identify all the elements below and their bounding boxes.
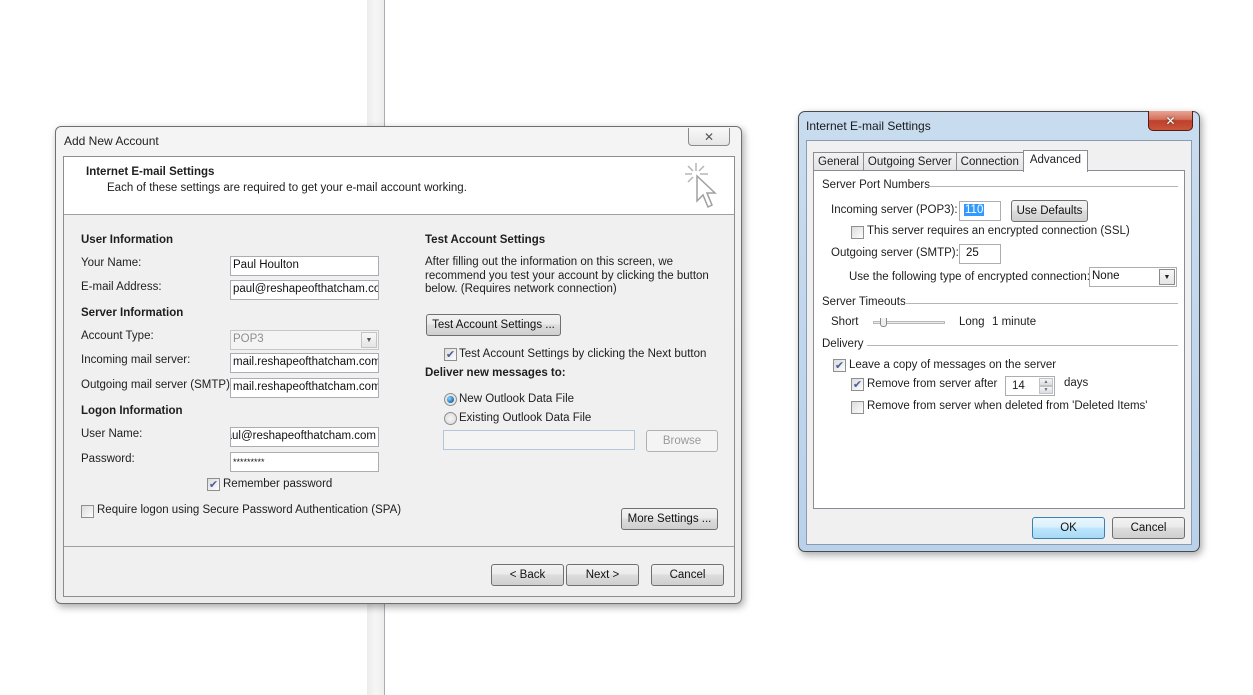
test-on-next-label: Test Account Settings by clicking the Ne… (459, 348, 707, 360)
data-file-path-input[interactable] (443, 430, 635, 450)
outgoing-server-input[interactable]: mail.reshapeofthatcham.com (230, 378, 379, 398)
wizard-header: Internet E-mail Settings Each of these s… (64, 157, 734, 215)
remember-password-label: Remember password (223, 478, 333, 490)
server-info-heading: Server Information (81, 307, 184, 319)
remove-after-days-value: 14 (1012, 380, 1025, 392)
tab-general[interactable]: General (813, 152, 864, 171)
spinner-arrows: ▲ ▼ (1039, 378, 1053, 394)
outgoing-port-input[interactable]: 25 (959, 244, 1001, 264)
remove-after-checkbox[interactable]: ✔ (851, 378, 864, 391)
user-name-input[interactable]: paul@reshapeofthatcham.com (230, 427, 379, 447)
incoming-server-label: Incoming mail server: (81, 354, 191, 366)
spinner-up-icon[interactable]: ▲ (1039, 378, 1053, 386)
password-label: Password: (81, 453, 135, 465)
new-data-file-radio[interactable] (444, 393, 457, 406)
incoming-port-value: 110 (964, 204, 985, 216)
existing-data-file-label: Existing Outlook Data File (459, 412, 592, 424)
your-name-label: Your Name: (81, 257, 142, 269)
spa-label: Require logon using Secure Password Auth… (97, 504, 402, 516)
tab-outgoing-server[interactable]: Outgoing Server (862, 152, 957, 171)
remove-deleted-label: Remove from server when deleted from 'De… (867, 400, 1148, 412)
use-defaults-button[interactable]: Use Defaults (1011, 200, 1088, 222)
test-settings-heading: Test Account Settings (425, 234, 546, 246)
add-new-account-dialog: Add New Account ✕ Internet E-mail Settin… (55, 126, 742, 604)
timeout-value: 1 minute (992, 316, 1037, 328)
browse-button[interactable]: Browse (646, 430, 718, 452)
remember-password-checkbox[interactable]: ✔ (207, 478, 220, 491)
remove-after-label: Remove from server after (867, 378, 998, 390)
password-input[interactable]: ********* (230, 452, 379, 472)
chevron-down-icon: ▼ (1159, 269, 1175, 285)
outgoing-port-label: Outgoing server (SMTP): (831, 247, 959, 259)
dialog-title: Add New Account (64, 134, 159, 148)
test-account-settings-button[interactable]: Test Account Settings ... (426, 314, 561, 336)
email-address-label: E-mail Address: (81, 281, 162, 293)
close-button[interactable]: ✕ (1148, 111, 1193, 131)
spa-checkbox[interactable] (81, 505, 94, 518)
tab-connection[interactable]: Connection (955, 152, 1024, 171)
close-icon: ✕ (1165, 113, 1176, 128)
ssl-checkbox[interactable] (851, 226, 864, 239)
incoming-port-input[interactable]: 110 (959, 201, 1001, 221)
advanced-tab-page: Server Port Numbers Incoming server (POP… (813, 170, 1185, 509)
days-label: days (1064, 377, 1089, 389)
next-button[interactable]: Next > (566, 564, 639, 586)
tab-advanced[interactable]: Advanced (1022, 150, 1089, 172)
account-type-label: Account Type: (81, 330, 154, 342)
spinner-down-icon[interactable]: ▼ (1039, 386, 1053, 394)
leave-copy-checkbox[interactable]: ✔ (833, 359, 846, 372)
incoming-server-input[interactable]: mail.reshapeofthatcham.com (230, 353, 379, 373)
test-description-line3: below. (Requires network connection) (425, 283, 617, 295)
group-divider (867, 345, 1178, 346)
timeouts-group-label: Server Timeouts (822, 296, 906, 308)
test-description-line1: After filling out the information on thi… (425, 256, 674, 268)
email-address-input[interactable]: paul@reshapeofthatcham.com (230, 280, 379, 300)
encryption-value: None (1092, 270, 1120, 282)
dialog-client: Internet E-mail Settings Each of these s… (63, 156, 735, 597)
timeout-long-label: Long (959, 316, 985, 328)
remove-after-days-spinner[interactable]: 14 ▲ ▼ (1005, 376, 1055, 396)
cancel-button[interactable]: Cancel (651, 564, 724, 586)
user-name-value: paul@reshapeofthatcham.com (230, 430, 376, 442)
encryption-label: Use the following type of encrypted conn… (849, 271, 1091, 283)
outgoing-server-label: Outgoing mail server (SMTP): (81, 379, 234, 391)
existing-data-file-radio[interactable] (444, 412, 457, 425)
incoming-port-label: Incoming server (POP3): (831, 204, 958, 216)
your-name-input[interactable]: Paul Houlton (230, 256, 379, 276)
remove-deleted-checkbox[interactable] (851, 401, 864, 414)
ok-button[interactable]: OK (1032, 517, 1105, 539)
timeout-slider-thumb[interactable] (879, 318, 887, 327)
footer-separator (64, 546, 734, 547)
close-button[interactable]: ✕ (688, 128, 730, 146)
cancel-button[interactable]: Cancel (1112, 517, 1185, 539)
back-button[interactable]: < Back (491, 564, 564, 586)
new-data-file-label: New Outlook Data File (459, 393, 575, 405)
dialog-title: Internet E-mail Settings (806, 119, 931, 133)
user-name-label: User Name: (81, 428, 143, 440)
test-on-next-checkbox[interactable]: ✔ (444, 348, 457, 361)
header-subtitle: Each of these settings are required to g… (107, 182, 467, 194)
leave-copy-label: Leave a copy of messages on the server (849, 359, 1057, 371)
deliver-heading: Deliver new messages to: (425, 367, 566, 379)
account-type-value: POP3 (233, 333, 264, 345)
internet-email-settings-dialog: Internet E-mail Settings ✕ General Outgo… (798, 111, 1200, 552)
logon-info-heading: Logon Information (81, 405, 183, 417)
test-description-line2: recommend you test your account by click… (425, 270, 709, 282)
header-title: Internet E-mail Settings (86, 166, 215, 178)
delivery-group-label: Delivery (822, 338, 864, 350)
tab-strip: General Outgoing Server Connection Advan… (813, 150, 1089, 172)
group-divider (928, 186, 1178, 187)
account-type-select[interactable]: POP3 ▼ (230, 330, 379, 350)
encryption-select[interactable]: None ▼ (1089, 267, 1177, 287)
user-info-heading: User Information (81, 234, 174, 246)
ports-group-label: Server Port Numbers (822, 179, 931, 191)
group-divider (906, 303, 1178, 304)
timeout-short-label: Short (831, 316, 859, 328)
ssl-label: This server requires an encrypted connec… (867, 225, 1130, 237)
more-settings-button[interactable]: More Settings ... (621, 508, 718, 530)
cursor-click-icon (685, 163, 717, 209)
dialog-client: General Outgoing Server Connection Advan… (806, 140, 1192, 545)
chevron-down-icon: ▼ (361, 332, 377, 348)
close-icon: ✕ (703, 129, 715, 144)
